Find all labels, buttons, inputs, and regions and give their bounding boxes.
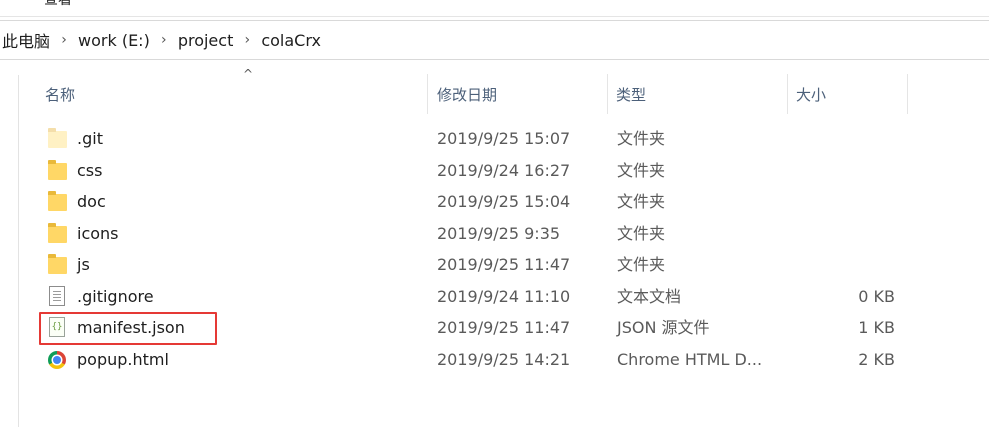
- column-header-modified[interactable]: 修改日期: [437, 74, 607, 114]
- file-size: 0 KB: [858, 287, 895, 306]
- breadcrumb-project[interactable]: project: [178, 31, 234, 50]
- file-name: icons: [77, 224, 119, 243]
- file-type: 文件夹: [617, 192, 666, 211]
- breadcrumb-drive[interactable]: work (E:): [78, 31, 150, 50]
- ribbon-tab-view[interactable]: 查看: [44, 0, 72, 10]
- folder-icon: [48, 160, 68, 182]
- file-size: 1 KB: [858, 318, 895, 337]
- folder-icon: [48, 191, 68, 213]
- folder-icon: [48, 254, 68, 276]
- column-divider[interactable]: [607, 74, 608, 114]
- file-type: 文件夹: [617, 129, 666, 148]
- list-item[interactable]: .git 2019/9/25 15:07 文件夹: [40, 125, 920, 153]
- breadcrumb-chevron-icon[interactable]: ›: [50, 32, 78, 48]
- file-name: .git: [77, 129, 103, 148]
- file-type: 文件夹: [617, 255, 666, 274]
- file-modified: 2019/9/25 11:47: [437, 318, 571, 337]
- file-name: css: [77, 161, 103, 180]
- file-modified: 2019/9/25 15:04: [437, 192, 571, 211]
- file-modified: 2019/9/25 11:47: [437, 255, 571, 274]
- highlight-box: [39, 312, 217, 345]
- ribbon-divider: [0, 16, 989, 17]
- breadcrumb-chevron-icon[interactable]: ›: [233, 32, 261, 48]
- column-header-name[interactable]: 名称: [45, 74, 425, 114]
- file-name: .gitignore: [77, 287, 154, 306]
- list-item[interactable]: js 2019/9/25 11:47 文件夹: [40, 251, 920, 279]
- list-item[interactable]: css 2019/9/24 16:27 文件夹: [40, 157, 920, 185]
- file-name: popup.html: [77, 350, 169, 369]
- breadcrumb-this-pc[interactable]: 此电脑: [2, 28, 50, 52]
- file-type: Chrome HTML D...: [617, 350, 763, 369]
- file-type: 文本文档: [617, 287, 682, 306]
- breadcrumb-current-folder[interactable]: colaCrx: [261, 31, 321, 50]
- file-size: 2 KB: [858, 350, 895, 369]
- file-modified: 2019/9/24 16:27: [437, 161, 571, 180]
- navigation-pane-divider: [18, 75, 19, 427]
- list-item[interactable]: .gitignore 2019/9/24 11:10 文本文档 0 KB: [40, 283, 920, 311]
- file-modified: 2019/9/25 9:35: [437, 224, 561, 243]
- chrome-icon: [48, 349, 68, 371]
- column-header-size[interactable]: 大小: [796, 74, 906, 114]
- file-modified: 2019/9/25 14:21: [437, 350, 571, 369]
- file-name: doc: [77, 192, 106, 211]
- folder-icon: [48, 223, 68, 245]
- column-divider[interactable]: [787, 74, 788, 114]
- address-bar[interactable]: 此电脑 › work (E:) › project › colaCrx: [0, 20, 989, 60]
- column-divider[interactable]: [427, 74, 428, 114]
- file-type: JSON 源文件: [617, 318, 710, 337]
- file-type: 文件夹: [617, 224, 666, 243]
- breadcrumb-chevron-icon[interactable]: ›: [150, 32, 178, 48]
- column-header-type[interactable]: 类型: [616, 74, 786, 114]
- list-item[interactable]: doc 2019/9/25 15:04 文件夹: [40, 188, 920, 216]
- file-type: 文件夹: [617, 161, 666, 180]
- file-name: js: [77, 255, 90, 274]
- column-header-row: ^ 名称 修改日期 类型 大小: [18, 67, 908, 114]
- file-modified: 2019/9/24 11:10: [437, 287, 571, 306]
- list-item[interactable]: icons 2019/9/25 9:35 文件夹: [40, 220, 920, 248]
- folder-hidden-icon: [48, 128, 68, 150]
- file-modified: 2019/9/25 15:07: [437, 129, 571, 148]
- column-divider[interactable]: [907, 74, 908, 114]
- list-item[interactable]: popup.html 2019/9/25 14:21 Chrome HTML D…: [40, 346, 920, 374]
- text-file-icon: [48, 286, 68, 308]
